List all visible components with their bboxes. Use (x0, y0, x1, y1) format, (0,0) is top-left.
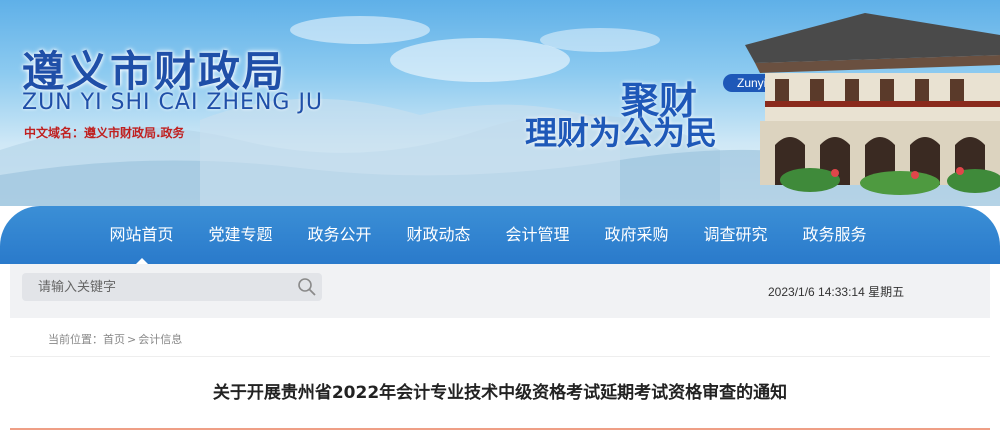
breadcrumb-prefix: 当前位置： (48, 333, 103, 346)
breadcrumb-accounting-info[interactable]: 会计信息 (138, 333, 182, 346)
title-underline (10, 428, 990, 430)
domain-label: 中文域名：遵义市财政局.政务 (24, 126, 185, 140)
magnifier-icon (298, 278, 316, 296)
search-bar-row: 2023/1/6 14:33:14 星期五 (10, 264, 990, 318)
nav-item-accounting[interactable]: 会计管理 (488, 206, 587, 264)
site-subtitle: ZUN YI SHI CAI ZHENG JU (22, 90, 324, 115)
nav-list: 网站首页 党建专题 政务公开 财政动态 会计管理 政府采购 调查研究 政务服务 (92, 206, 884, 264)
search-box (22, 273, 322, 301)
nav-item-government-affairs[interactable]: 政务公开 (290, 206, 389, 264)
search-input[interactable] (22, 273, 292, 301)
nav-item-research[interactable]: 调查研究 (686, 206, 785, 264)
nav-item-home[interactable]: 网站首页 (92, 206, 191, 264)
nav-item-party-building[interactable]: 党建专题 (191, 206, 290, 264)
search-button[interactable] (296, 276, 318, 298)
divider (10, 356, 990, 357)
breadcrumb-home[interactable]: 首页 (103, 333, 125, 346)
current-datetime: 2023/1/6 14:33:14 星期五 (768, 285, 905, 299)
breadcrumb: 当前位置：首页 > 会计信息 (48, 331, 182, 347)
building-illustration (745, 13, 1000, 195)
site-banner: 遵义市财政局 ZUN YI SHI CAI ZHENG JU 中文域名：遵义市财… (0, 0, 1000, 206)
breadcrumb-separator: > (127, 333, 137, 346)
slogan-bottom: 理财为公为民 (525, 114, 718, 152)
nav-item-finance-news[interactable]: 财政动态 (389, 206, 488, 264)
article-title: 关于开展贵州省2022年会计专业技术中级资格考试延期考试资格审查的通知 (212, 383, 788, 403)
nav-item-services[interactable]: 政务服务 (785, 206, 884, 264)
nav-item-procurement[interactable]: 政府采购 (587, 206, 686, 264)
main-nav: 网站首页 党建专题 政务公开 财政动态 会计管理 政府采购 调查研究 政务服务 (0, 206, 1000, 264)
